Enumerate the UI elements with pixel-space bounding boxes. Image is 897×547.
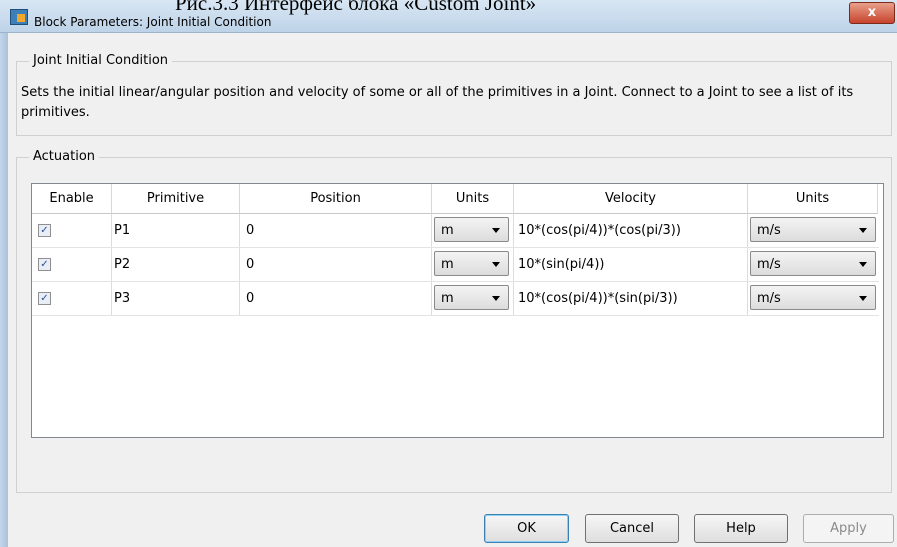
column-header-velocity[interactable]: Velocity xyxy=(514,184,748,214)
velocity-units-value: m/s xyxy=(757,257,781,272)
table-row: ✓ P2 0 m 10*(sin(pi/4)) m/s xyxy=(32,248,879,282)
chevron-down-icon xyxy=(859,228,867,233)
cancel-button[interactable]: Cancel xyxy=(585,514,679,543)
window-border xyxy=(0,33,8,547)
chevron-down-icon xyxy=(859,262,867,267)
apply-button[interactable]: Apply xyxy=(803,514,894,543)
chevron-down-icon xyxy=(492,228,500,233)
enable-cell: ✓ xyxy=(32,214,112,247)
primitive-cell: P2 xyxy=(112,248,240,281)
primitive-name: P2 xyxy=(114,257,131,272)
velocity-units-cell: m/s xyxy=(748,248,877,281)
column-header-primitive[interactable]: Primitive xyxy=(112,184,240,214)
chevron-down-icon xyxy=(859,296,867,301)
velocity-field[interactable]: 10*(sin(pi/4)) xyxy=(514,248,748,281)
position-units-dropdown[interactable]: m xyxy=(434,251,509,276)
position-field[interactable]: 0 xyxy=(240,248,432,281)
velocity-units-value: m/s xyxy=(757,291,781,306)
table-row: ✓ P3 0 m 10*(cos(pi/4))*(sin(pi/3)) m/s xyxy=(32,282,879,316)
velocity-field[interactable]: 10*(cos(pi/4))*(cos(pi/3)) xyxy=(514,214,748,247)
section-description: Sets the initial linear/angular position… xyxy=(21,85,854,120)
chevron-down-icon xyxy=(492,262,500,267)
position-value: 0 xyxy=(246,257,255,272)
checkmark-icon: ✓ xyxy=(40,225,49,236)
checkmark-icon: ✓ xyxy=(40,293,49,304)
help-button[interactable]: Help xyxy=(694,514,788,543)
position-units-value: m xyxy=(441,257,454,272)
primitive-cell: P1 xyxy=(112,214,240,247)
primitive-name: P1 xyxy=(114,223,131,238)
primitive-name: P3 xyxy=(114,291,131,306)
enable-cell: ✓ xyxy=(32,248,112,281)
velocity-units-value: m/s xyxy=(757,223,781,238)
velocity-units-dropdown[interactable]: m/s xyxy=(750,251,876,276)
position-units-value: m xyxy=(441,223,454,238)
chevron-down-icon xyxy=(492,296,500,301)
block-parameters-icon xyxy=(10,9,28,25)
enable-checkbox[interactable]: ✓ xyxy=(38,224,51,237)
position-field[interactable]: 0 xyxy=(240,214,432,247)
position-value: 0 xyxy=(246,291,255,306)
column-header-velocity-units[interactable]: Units xyxy=(748,184,878,214)
primitive-cell: P3 xyxy=(112,282,240,315)
velocity-value: 10*(cos(pi/4))*(cos(pi/3)) xyxy=(518,223,681,238)
column-header-enable[interactable]: Enable xyxy=(32,184,112,214)
actuation-legend: Actuation xyxy=(29,149,100,164)
window-title: Block Parameters: Joint Initial Conditio… xyxy=(34,15,272,29)
velocity-units-cell: m/s xyxy=(748,282,877,315)
position-units-value: m xyxy=(441,291,454,306)
velocity-value: 10*(cos(pi/4))*(sin(pi/3)) xyxy=(518,291,678,306)
column-header-position[interactable]: Position xyxy=(240,184,432,214)
enable-checkbox[interactable]: ✓ xyxy=(38,292,51,305)
close-icon: x xyxy=(867,5,877,20)
position-field[interactable]: 0 xyxy=(240,282,432,315)
table-row: ✓ P1 0 m 10*(cos(pi/4))*(cos(pi/3)) m/s xyxy=(32,214,879,248)
close-button[interactable]: x xyxy=(849,2,895,24)
position-value: 0 xyxy=(246,223,255,238)
position-units-cell: m xyxy=(432,282,514,315)
velocity-units-cell: m/s xyxy=(748,214,877,247)
ok-button[interactable]: OK xyxy=(484,514,569,543)
position-units-cell: m xyxy=(432,248,514,281)
enable-cell: ✓ xyxy=(32,282,112,315)
velocity-field[interactable]: 10*(cos(pi/4))*(sin(pi/3)) xyxy=(514,282,748,315)
section-legend: Joint Initial Condition xyxy=(29,53,173,68)
figure-caption: Рис.3.3 Интерфейс блока «Custom Joint» xyxy=(175,0,537,15)
checkmark-icon: ✓ xyxy=(40,259,49,270)
velocity-units-dropdown[interactable]: m/s xyxy=(750,285,876,310)
velocity-units-dropdown[interactable]: m/s xyxy=(750,217,876,242)
enable-checkbox[interactable]: ✓ xyxy=(38,258,51,271)
column-header-position-units[interactable]: Units xyxy=(432,184,514,214)
position-units-dropdown[interactable]: m xyxy=(434,285,509,310)
position-units-dropdown[interactable]: m xyxy=(434,217,509,242)
velocity-value: 10*(sin(pi/4)) xyxy=(518,257,605,272)
position-units-cell: m xyxy=(432,214,514,247)
actuation-table: Enable Primitive Position Units Velocity… xyxy=(31,183,884,438)
